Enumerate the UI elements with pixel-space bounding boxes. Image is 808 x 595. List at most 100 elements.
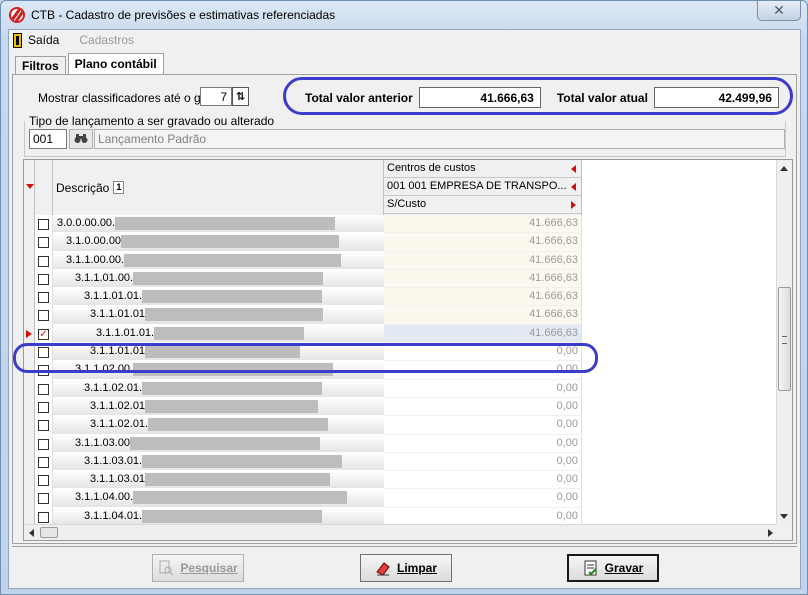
row-checkbox[interactable] <box>38 219 49 230</box>
row-indicator[interactable] <box>24 306 35 325</box>
vertical-scroll-thumb[interactable] <box>778 287 791 391</box>
row-value[interactable]: 41.666,63 <box>384 251 582 270</box>
row-value[interactable]: 0,00 <box>384 452 582 472</box>
row-checkbox[interactable] <box>38 438 49 450</box>
table-row[interactable]: 3.1.1.01.01 41.666,63 <box>24 306 778 325</box>
row-descricao[interactable]: 3.1.1.03.01. <box>53 452 384 472</box>
table-row[interactable]: 3.1.1.03.01. 0,00 <box>24 452 778 472</box>
row-descricao[interactable]: 3.0.0.00.00. <box>53 215 384 234</box>
scroll-down-icon[interactable] <box>780 514 788 519</box>
row-descricao[interactable]: 3.1.1.01.00. <box>53 269 384 289</box>
scroll-right-icon[interactable] <box>768 529 773 537</box>
row-value[interactable]: 41.666,63 <box>384 269 582 289</box>
row-indicator[interactable] <box>24 471 35 490</box>
row-indicator[interactable] <box>24 233 35 252</box>
table-row[interactable]: 3.1.1.02.01 0,00 <box>24 397 778 417</box>
expand-right-icon[interactable] <box>571 201 576 209</box>
row-indicator[interactable] <box>24 343 35 362</box>
row-descricao[interactable]: 3.1.1.02.00. <box>53 361 384 380</box>
row-checkbox[interactable] <box>38 310 49 322</box>
row-descricao[interactable]: 3.1.1.03.01 <box>53 471 384 490</box>
menu-item-saida[interactable]: Saída <box>28 33 59 47</box>
grau-input[interactable]: 7 <box>200 87 232 106</box>
horizontal-scrollbar[interactable] <box>24 524 778 540</box>
table-row[interactable]: 3.1.1.03.00 0,00 <box>24 434 778 453</box>
row-descricao[interactable]: 3.1.1.00.00. <box>53 251 384 270</box>
pesquisar-button[interactable]: Pesquisar <box>152 554 244 582</box>
limpar-button[interactable]: Limpar <box>360 554 452 582</box>
row-checkbox[interactable] <box>38 273 49 285</box>
row-descricao[interactable]: 3.1.1.04.00. <box>53 489 384 508</box>
table-row[interactable]: 3.1.1.04.00. 0,00 <box>24 489 778 508</box>
row-descricao[interactable]: 3.1.1.01.01 <box>53 306 384 325</box>
row-value[interactable]: 41.666,63 <box>384 233 582 252</box>
row-indicator[interactable] <box>24 434 35 453</box>
table-row[interactable]: 3.1.1.01.01. 41.666,63 <box>24 288 778 307</box>
accounts-grid[interactable]: Descrição 1 Centros de custos 001 001 EM… <box>23 159 793 541</box>
cc-header-scusto[interactable]: S/Custo <box>384 196 581 214</box>
table-row[interactable]: 3.1.0.00.00 41.666,63 <box>24 233 778 252</box>
tab-plano-contabil[interactable]: Plano contábil <box>67 53 164 74</box>
row-descricao[interactable]: 3.1.1.01.01 <box>53 343 384 362</box>
row-indicator[interactable] <box>24 251 35 270</box>
tipo-lancamento-search-button[interactable] <box>69 129 93 149</box>
table-row[interactable]: 3.0.0.00.00. 41.666,63 <box>24 215 778 234</box>
row-value[interactable]: 0,00 <box>384 343 582 362</box>
row-checkbox[interactable] <box>38 475 49 487</box>
row-checkbox[interactable] <box>38 383 49 395</box>
row-value[interactable]: 0,00 <box>384 379 582 398</box>
row-indicator[interactable] <box>24 361 35 380</box>
row-checkbox[interactable] <box>38 255 49 267</box>
row-indicator[interactable] <box>24 288 35 307</box>
row-descricao[interactable]: 3.1.1.02.01 <box>53 397 384 417</box>
row-value[interactable]: 0,00 <box>384 416 582 435</box>
tab-filtros[interactable]: Filtros <box>15 56 66 74</box>
table-row[interactable]: 3.1.1.02.00. 0,00 <box>24 361 778 380</box>
row-checkbox[interactable] <box>38 292 49 304</box>
row-value[interactable]: 0,00 <box>384 397 582 417</box>
grid-header-descricao[interactable]: Descrição 1 <box>53 160 384 215</box>
table-row[interactable]: 3.1.1.02.01. 0,00 <box>24 379 778 398</box>
row-checkbox[interactable] <box>38 347 49 359</box>
row-indicator[interactable] <box>24 397 35 417</box>
spin-arrows-icon[interactable]: ⇅ <box>232 87 249 106</box>
table-row[interactable]: 3.1.1.01.01 0,00 <box>24 343 778 362</box>
row-indicator[interactable] <box>24 269 35 289</box>
row-indicator[interactable] <box>24 489 35 508</box>
table-row[interactable]: 3.1.1.03.01 0,00 <box>24 471 778 490</box>
row-value[interactable]: 0,00 <box>384 361 582 380</box>
row-value[interactable]: 41.666,63 <box>384 215 582 234</box>
grid-header-centros-custos[interactable]: Centros de custos 001 001 EMPRESA DE TRA… <box>384 160 582 215</box>
row-descricao[interactable]: 3.1.1.03.00 <box>53 434 384 453</box>
row-checkbox[interactable] <box>38 493 49 505</box>
row-indicator[interactable] <box>24 379 35 398</box>
table-row[interactable]: 3.1.1.01.00. 41.666,63 <box>24 269 778 289</box>
cc-header-company[interactable]: 001 001 EMPRESA DE TRANSPO... <box>384 178 581 196</box>
row-checkbox[interactable] <box>38 401 49 413</box>
row-checkbox[interactable]: ✓ <box>38 328 49 340</box>
row-value[interactable]: 41.666,63 <box>384 324 582 344</box>
collapse-left-icon[interactable] <box>571 165 576 173</box>
exit-door-icon[interactable] <box>13 32 22 48</box>
row-value[interactable]: 0,00 <box>384 434 582 453</box>
row-checkbox[interactable] <box>38 420 49 432</box>
row-descricao[interactable]: 3.1.1.02.01. <box>53 416 384 435</box>
row-indicator[interactable] <box>24 452 35 472</box>
row-checkbox[interactable] <box>38 237 49 249</box>
table-row[interactable]: 3.1.1.00.00. 41.666,63 <box>24 251 778 270</box>
title-bar[interactable]: CTB - Cadastro de previsões e estimativa… <box>1 1 807 29</box>
scroll-up-icon[interactable] <box>780 166 788 171</box>
row-value[interactable]: 0,00 <box>384 471 582 490</box>
row-value[interactable]: 0,00 <box>384 489 582 508</box>
table-row[interactable]: 3.1.1.02.01. 0,00 <box>24 416 778 435</box>
row-value[interactable]: 41.666,63 <box>384 306 582 325</box>
row-descricao[interactable]: 3.1.1.01.01. <box>53 288 384 307</box>
menu-item-cadastros[interactable]: Cadastros <box>79 33 134 47</box>
horizontal-scroll-thumb[interactable] <box>40 527 58 538</box>
cc-header-title[interactable]: Centros de custos <box>384 160 581 178</box>
row-checkbox[interactable] <box>38 456 49 468</box>
collapse-left-icon[interactable] <box>571 183 576 191</box>
table-row[interactable]: ✓ 3.1.1.01.01. 41.666,63 <box>24 324 778 344</box>
row-indicator[interactable] <box>24 416 35 435</box>
row-checkbox[interactable] <box>38 511 49 523</box>
